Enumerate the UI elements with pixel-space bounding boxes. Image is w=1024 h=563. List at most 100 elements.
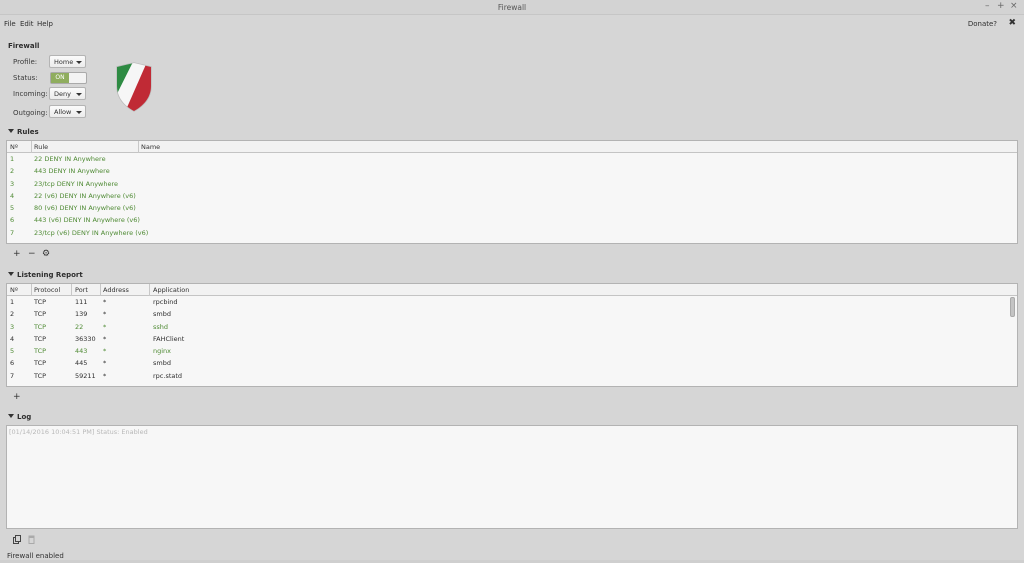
report-port: 445 (75, 359, 88, 368)
expand-arrow-icon (8, 414, 14, 418)
table-row[interactable]: 7 23/tcp (v6) DENY IN Anywhere (v6) (7, 227, 1017, 239)
table-row[interactable]: 4 TCP 36330 * FAHClient (7, 333, 1017, 345)
window-title: Firewall (497, 3, 527, 12)
table-row[interactable]: 2 TCP 139 * smbd (7, 308, 1017, 320)
report-port: 139 (75, 310, 88, 319)
report-address: * (103, 359, 107, 368)
report-port: 111 (75, 298, 88, 306)
expand-arrow-icon (8, 129, 14, 133)
column-divider (31, 141, 32, 153)
report-application: rpc.statd (153, 371, 183, 380)
outgoing-select[interactable]: Allow (49, 105, 86, 118)
rule-text: 22 DENY IN Anywhere (34, 155, 106, 163)
report-number: 5 (10, 347, 15, 356)
report-number: 2 (10, 310, 15, 319)
chevron-down-icon (76, 61, 82, 64)
report-number: 1 (10, 298, 15, 306)
report-body: 1 TCP 111 * rpcbind 2 TCP 139 * smbd 3 TCP 22 * sshd 4 T… (7, 296, 1017, 382)
report-number: 6 (10, 359, 15, 368)
table-row[interactable]: 1 TCP 111 * rpcbind (7, 296, 1017, 308)
rules-title: Rules (17, 128, 39, 136)
log-textview[interactable]: [01/14/2016 10:04:51 PM] Status: Enabled (6, 425, 1018, 529)
report-col-port[interactable]: Port (75, 286, 88, 294)
report-scrollbar[interactable] (1010, 297, 1015, 385)
rules-table[interactable]: Nº Rule Name 1 22 DENY IN Anywhere 2 443 DE… (6, 140, 1018, 244)
rules-expander[interactable]: Rules (8, 128, 39, 136)
log-expander[interactable]: Log (8, 413, 31, 421)
status-toggle-on: ON (51, 73, 69, 83)
menu-help[interactable]: Help (37, 20, 53, 28)
rule-number: 1 (10, 155, 15, 163)
menu-edit[interactable]: Edit (20, 20, 34, 28)
menu-file[interactable]: File (4, 20, 16, 28)
expand-arrow-icon (8, 272, 14, 276)
report-protocol: TCP (34, 310, 47, 319)
remove-rule-button[interactable]: − (28, 249, 36, 259)
settings-gear-icon[interactable]: ⚙ (42, 249, 50, 259)
table-row[interactable]: 3 23/tcp DENY IN Anywhere (7, 178, 1017, 190)
firewall-section-title: Firewall (8, 42, 40, 50)
report-col-num[interactable]: Nº (10, 286, 18, 294)
report-protocol: TCP (34, 298, 47, 306)
report-application: rpcbind (153, 298, 178, 306)
table-row[interactable]: 7 TCP 59211 * rpc.statd (7, 370, 1017, 382)
rules-col-rule[interactable]: Rule (34, 143, 48, 151)
table-row[interactable]: 6 443 (v6) DENY IN Anywhere (v6) (7, 214, 1017, 226)
title-bar: Firewall – + × (0, 0, 1024, 15)
report-application: sshd (153, 322, 169, 331)
add-report-rule-button[interactable]: + (13, 392, 21, 402)
table-row[interactable]: 6 TCP 445 * smbd (7, 357, 1017, 369)
rules-col-num[interactable]: Nº (10, 143, 18, 151)
maximize-icon[interactable]: + (997, 1, 1005, 11)
status-bar: Firewall enabled (7, 552, 64, 560)
report-expander[interactable]: Listening Report (8, 271, 83, 279)
report-address: * (103, 371, 107, 380)
rule-number: 2 (10, 167, 15, 176)
chevron-down-icon (76, 111, 82, 114)
report-address: * (103, 347, 107, 356)
report-col-address[interactable]: Address (103, 286, 129, 294)
report-port: 443 (75, 347, 88, 356)
window-close-icon[interactable]: × (1010, 1, 1018, 11)
report-port: 22 (75, 322, 84, 331)
rule-number: 6 (10, 216, 15, 225)
table-row[interactable]: 4 22 (v6) DENY IN Anywhere (v6) (7, 190, 1017, 202)
report-table[interactable]: Nº Protocol Port Address Application 1 TC… (6, 283, 1018, 387)
chevron-down-icon (76, 93, 82, 96)
scrollbar-thumb[interactable] (1010, 297, 1015, 317)
rule-number: 5 (10, 204, 15, 213)
trash-icon[interactable] (28, 535, 35, 544)
rule-text: 443 (v6) DENY IN Anywhere (v6) (34, 216, 140, 225)
report-application: smbd (153, 310, 171, 319)
minimize-icon[interactable]: – (985, 1, 990, 11)
report-port: 36330 (75, 334, 96, 343)
report-protocol: TCP (34, 347, 47, 356)
table-row[interactable]: 5 80 (v6) DENY IN Anywhere (v6) (7, 202, 1017, 214)
profile-value: Home (54, 58, 74, 66)
rules-header: Nº Rule Name (7, 141, 1017, 153)
donate-link[interactable]: Donate? (968, 20, 997, 28)
column-divider (71, 284, 72, 296)
report-col-protocol[interactable]: Protocol (34, 286, 60, 294)
report-application: FAHClient (153, 334, 185, 343)
incoming-select[interactable]: Deny (49, 87, 86, 100)
profile-select[interactable]: Home (49, 55, 86, 68)
copy-log-icon[interactable] (13, 535, 21, 544)
table-row[interactable]: 1 22 DENY IN Anywhere (7, 153, 1017, 165)
report-address: * (103, 310, 107, 319)
log-line: [01/14/2016 10:04:51 PM] Status: Enabled (9, 428, 148, 436)
column-divider (149, 284, 150, 296)
close-icon[interactable]: ✖ (1008, 18, 1016, 28)
status-label: Status: (13, 74, 38, 82)
add-rule-button[interactable]: + (13, 249, 21, 259)
rules-body: 1 22 DENY IN Anywhere 2 443 DENY IN Anywher… (7, 153, 1017, 239)
profile-label: Profile: (13, 58, 38, 66)
rules-col-name[interactable]: Name (141, 143, 160, 151)
report-number: 4 (10, 334, 15, 343)
status-toggle[interactable]: ON (50, 72, 87, 84)
report-col-application[interactable]: Application (153, 286, 189, 294)
table-row[interactable]: 2 443 DENY IN Anywhere (7, 165, 1017, 177)
table-row[interactable]: 5 TCP 443 * nginx (7, 345, 1017, 357)
shield-logo-icon (116, 62, 152, 112)
table-row[interactable]: 3 TCP 22 * sshd (7, 321, 1017, 333)
